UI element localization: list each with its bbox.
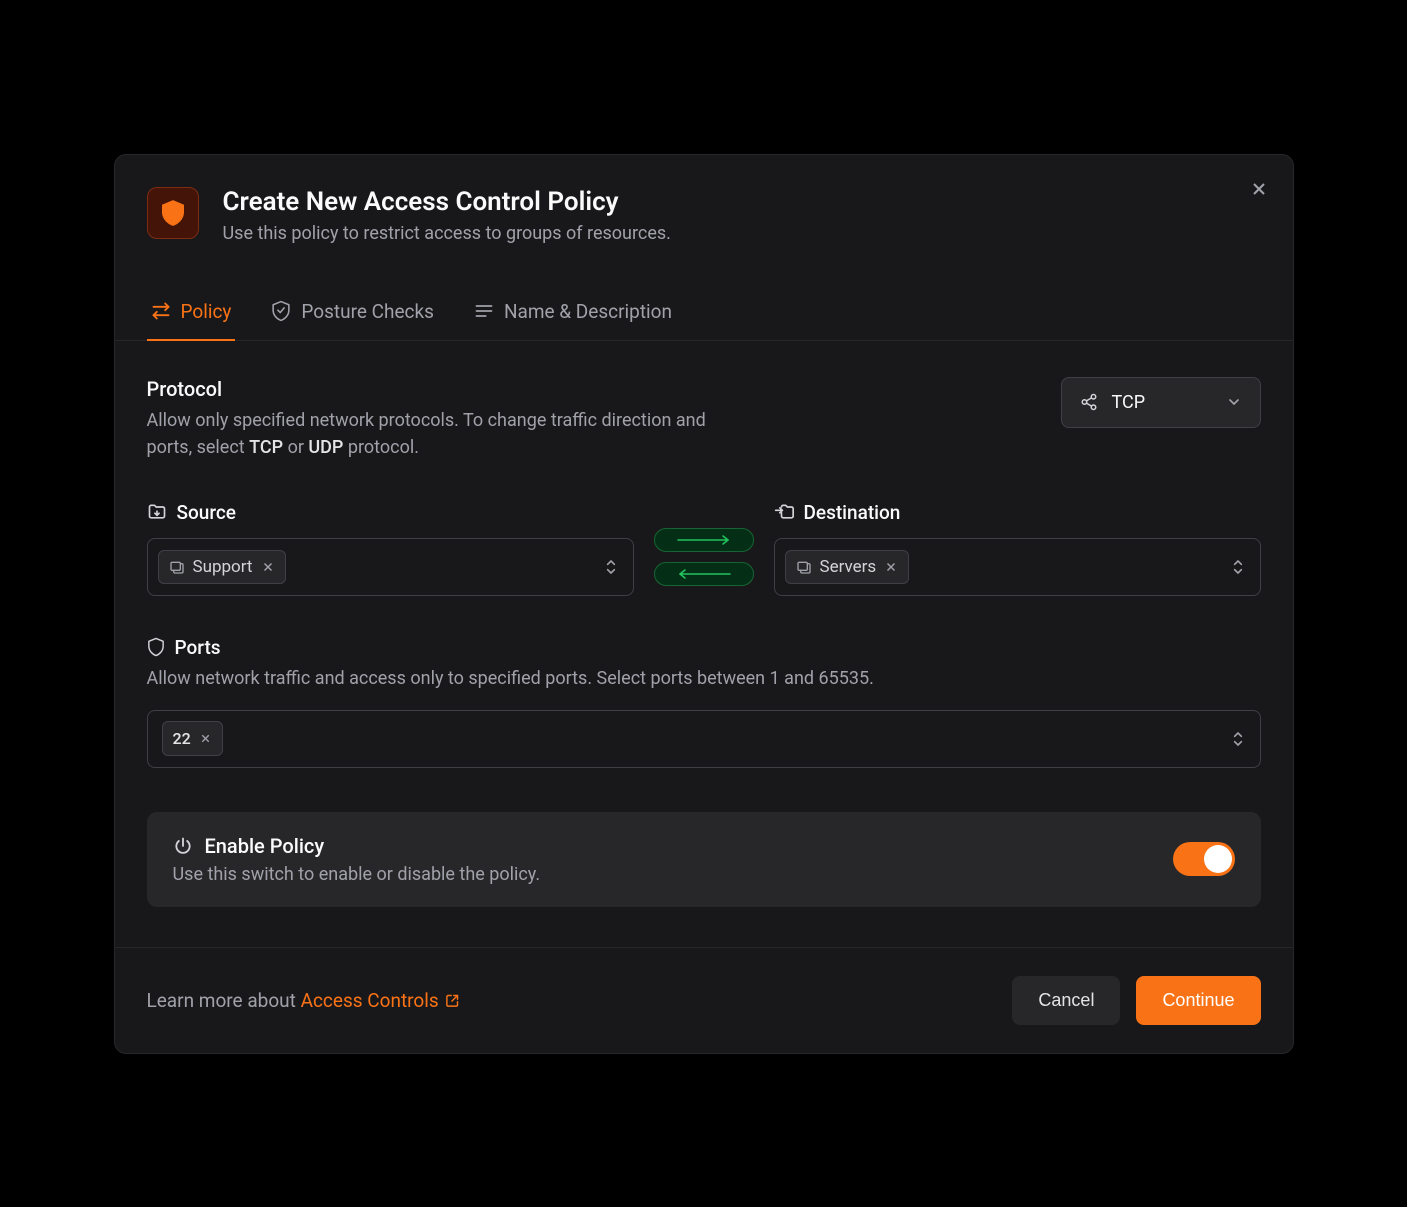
arrow-right-pill: [654, 528, 754, 552]
enable-policy-card: Enable Policy Use this switch to enable …: [147, 812, 1261, 907]
modal-footer: Learn more about Access Controls Cancel …: [115, 947, 1293, 1053]
close-button[interactable]: [1245, 175, 1273, 203]
arrow-left-pill: [654, 562, 754, 586]
external-link-icon: [445, 993, 460, 1008]
lines-icon: [474, 301, 494, 321]
shield-check-icon: [271, 300, 291, 322]
create-policy-modal: Create New Access Control Policy Use thi…: [114, 154, 1294, 1054]
ports-input[interactable]: 22: [147, 710, 1261, 768]
source-input[interactable]: Support: [147, 538, 634, 596]
protocol-select[interactable]: TCP: [1061, 377, 1261, 428]
protocol-title: Protocol: [147, 377, 707, 401]
destination-tag-remove[interactable]: [884, 560, 898, 574]
chevron-updown-icon: [1230, 557, 1246, 577]
group-icon: [169, 559, 185, 575]
chevron-updown-icon: [603, 557, 619, 577]
port-value: 22: [173, 729, 191, 748]
modal-header: Create New Access Control Policy Use thi…: [115, 155, 1293, 264]
source-tag-label: Support: [193, 557, 253, 577]
modal-subtitle: Use this policy to restrict access to gr…: [223, 223, 1261, 244]
destination-column: Destination Servers: [774, 501, 1261, 596]
destination-tag: Servers: [785, 550, 910, 584]
access-controls-link[interactable]: Access Controls: [301, 989, 460, 1012]
enable-toggle[interactable]: [1173, 842, 1235, 876]
port-tag-remove[interactable]: [199, 732, 212, 745]
tab-name-description[interactable]: Name & Description: [470, 288, 676, 341]
enable-title: Enable Policy: [205, 834, 325, 858]
protocol-value: TCP: [1112, 392, 1212, 413]
destination-input[interactable]: Servers: [774, 538, 1261, 596]
cancel-button[interactable]: Cancel: [1012, 976, 1120, 1025]
source-label: Source: [177, 501, 237, 524]
chevron-down-icon: [1226, 394, 1242, 410]
destination-icon: [774, 502, 794, 522]
ports-title: Ports: [175, 636, 221, 659]
tab-label: Posture Checks: [301, 300, 434, 323]
protocol-description: Allow only specified network protocols. …: [147, 407, 707, 461]
source-tag: Support: [158, 550, 286, 584]
ports-description: Allow network traffic and access only to…: [147, 665, 1261, 692]
arrows-icon: [151, 301, 171, 321]
modal-title: Create New Access Control Policy: [223, 187, 1261, 217]
toggle-knob: [1204, 845, 1232, 873]
learn-more: Learn more about Access Controls: [147, 989, 460, 1012]
destination-label: Destination: [804, 501, 901, 524]
enable-subtitle: Use this switch to enable or disable the…: [173, 864, 541, 885]
tab-policy[interactable]: Policy: [147, 288, 236, 341]
chevron-updown-icon: [1230, 729, 1246, 749]
shield-outline-icon: [147, 637, 165, 657]
continue-button[interactable]: Continue: [1136, 976, 1260, 1025]
direction-arrows: [654, 528, 754, 596]
shield-icon: [147, 187, 199, 239]
power-icon: [173, 836, 193, 856]
tab-posture-checks[interactable]: Posture Checks: [267, 288, 438, 341]
protocol-section: Protocol Allow only specified network pr…: [147, 377, 1261, 461]
tab-bar: Policy Posture Checks Name & Description: [115, 288, 1293, 341]
port-tag: 22: [162, 721, 223, 756]
source-tag-remove[interactable]: [261, 560, 275, 574]
tab-label: Policy: [181, 300, 232, 323]
share-icon: [1080, 393, 1098, 411]
ports-section: Ports Allow network traffic and access o…: [147, 636, 1261, 768]
source-destination-row: Source Support: [147, 501, 1261, 596]
source-icon: [147, 502, 167, 522]
group-icon: [796, 559, 812, 575]
destination-tag-label: Servers: [820, 557, 877, 577]
tab-label: Name & Description: [504, 300, 672, 323]
source-column: Source Support: [147, 501, 634, 596]
modal-content: Protocol Allow only specified network pr…: [115, 341, 1293, 947]
